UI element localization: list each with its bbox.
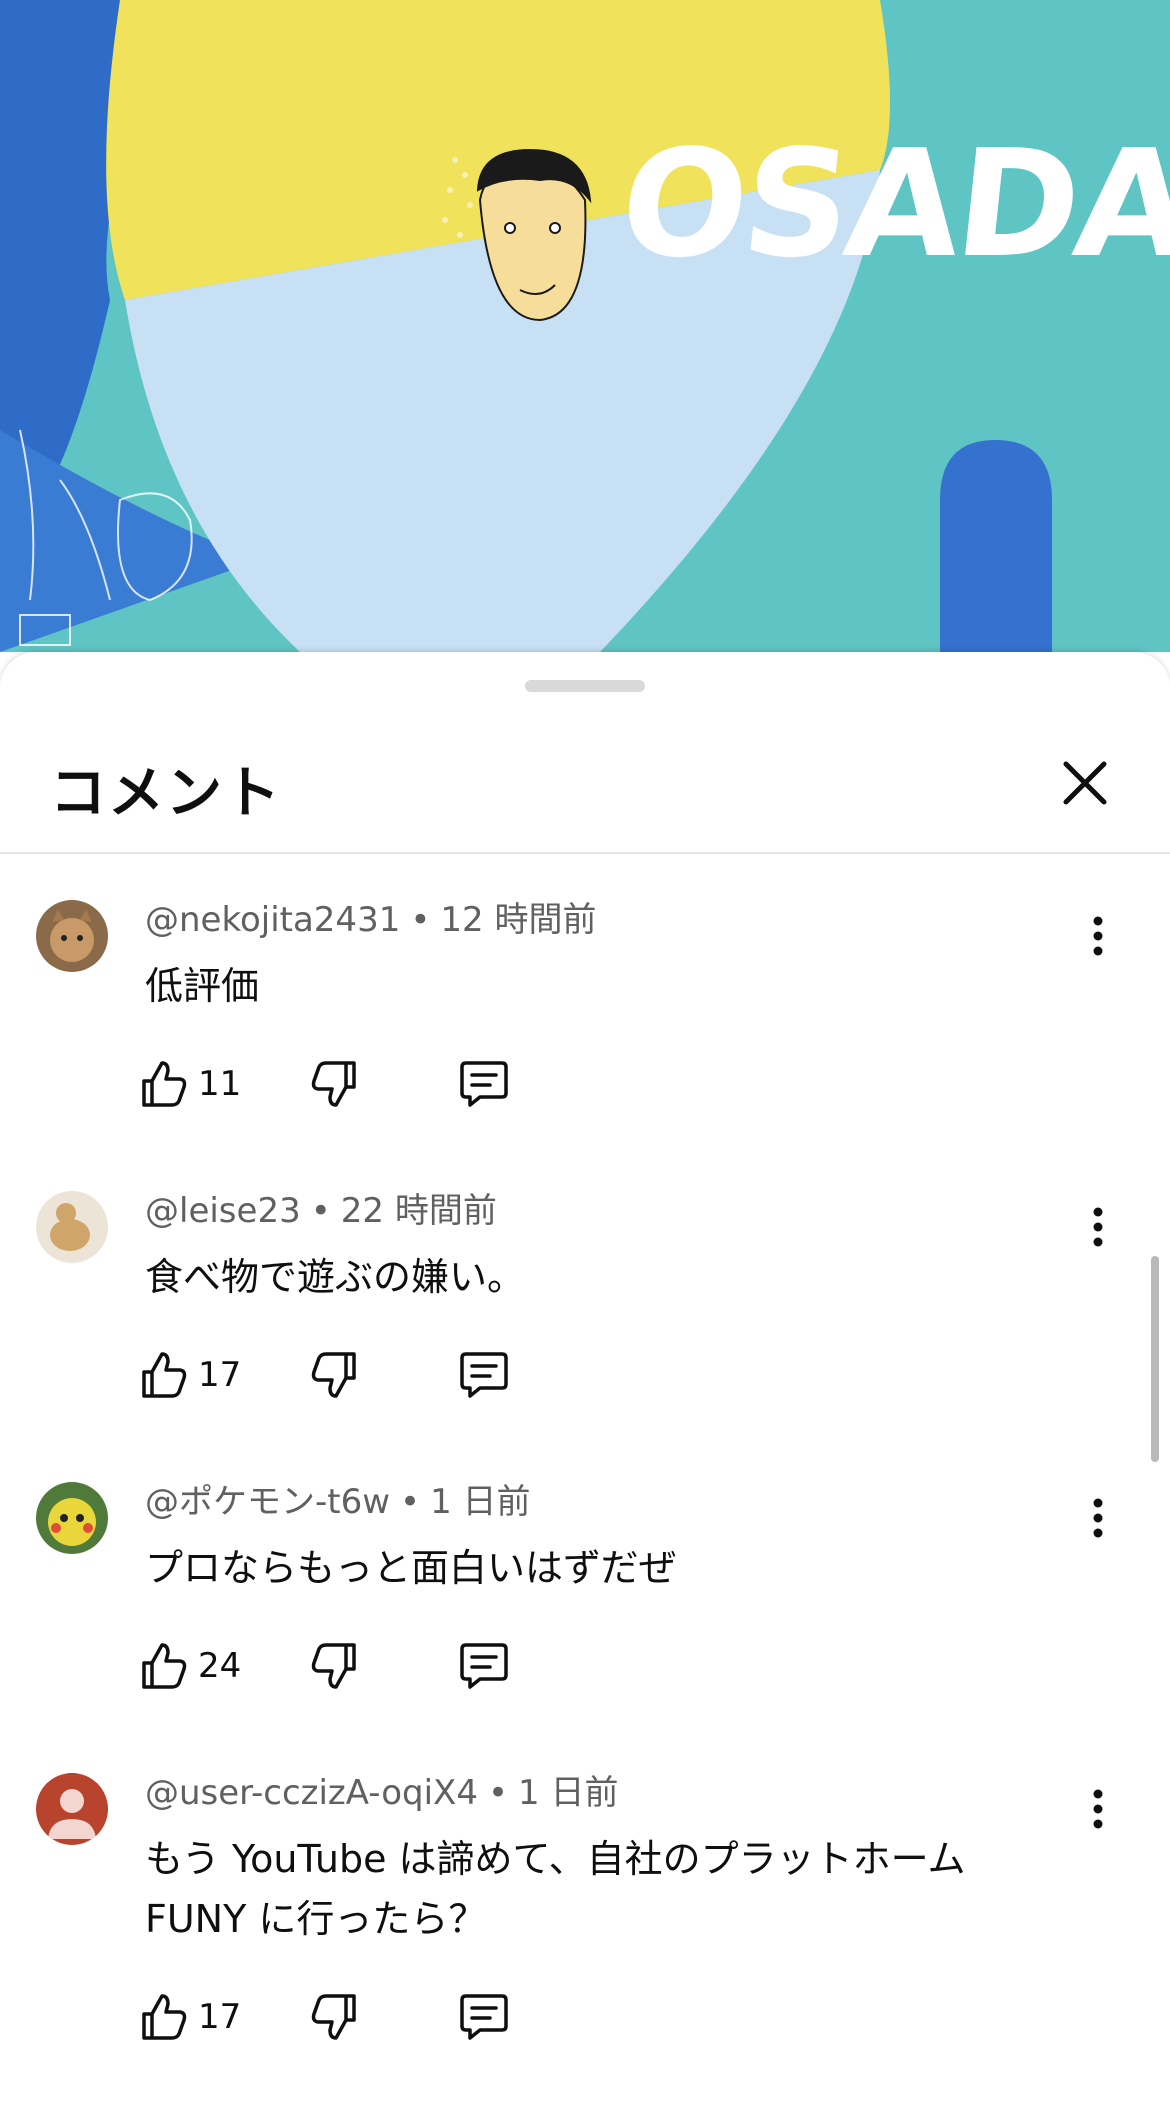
like-button[interactable]: 24 [140, 1636, 241, 1696]
close-icon [1063, 761, 1107, 805]
reply-button[interactable] [458, 1054, 510, 1114]
dislike-button[interactable] [310, 1054, 358, 1114]
comment-item: @user-cczizA-oqiX4 • 1 日前 もう YouTube は諦めて、… [0, 1773, 1170, 2093]
reply-button[interactable] [458, 1987, 510, 2047]
dislike-button[interactable] [310, 1987, 358, 2047]
comment-meta: @user-cczizA-oqiX4 • 1 日前 [145, 1773, 619, 1813]
comment-reply-icon [460, 1643, 508, 1689]
video-thumbnail-art [0, 0, 1170, 652]
thumbs-down-icon [311, 1994, 356, 2040]
comment-text: 低評価 [145, 964, 260, 1008]
like-button[interactable]: 17 [140, 1987, 241, 2047]
comment-menu-button[interactable] [1080, 1197, 1116, 1257]
dislike-button[interactable] [310, 1345, 358, 1405]
sheet-header: コメント [0, 712, 1170, 854]
comment-reply-icon [460, 1061, 508, 1107]
close-button[interactable] [1050, 748, 1120, 818]
more-vertical-icon [1093, 916, 1103, 956]
comment-reply-icon [460, 1352, 508, 1398]
like-count: 17 [198, 1355, 242, 1395]
like-count: 24 [198, 1646, 242, 1686]
comment-meta: @ポケモン-t6w • 1 日前 [145, 1482, 531, 1522]
thumbs-up-icon [142, 1061, 187, 1107]
comment-reply-icon [460, 1994, 508, 2040]
thumbs-up-icon [142, 1352, 187, 1398]
comment-item: @ポケモン-t6w • 1 日前 プロならもっと面白いはずだぜ 24 [0, 1482, 1170, 1732]
reply-button[interactable] [458, 1345, 510, 1405]
avatar[interactable] [36, 1773, 108, 1845]
more-vertical-icon [1093, 1789, 1103, 1829]
like-button[interactable]: 11 [140, 1054, 241, 1114]
video-title-overlay: OSADA [612, 118, 1170, 290]
thumbs-down-icon [311, 1643, 356, 1689]
drag-handle[interactable] [525, 680, 645, 692]
comment-item: @nekojita2431 • 12 時間前 低評価 11 [0, 900, 1170, 1150]
video-player[interactable]: OSADA [0, 0, 1170, 652]
comment-author[interactable]: @ポケモン-t6w [145, 1482, 390, 1522]
thumbs-down-icon [311, 1061, 356, 1107]
avatar[interactable] [36, 1191, 108, 1263]
dislike-button[interactable] [310, 1636, 358, 1696]
comment-time: 22 時間前 [340, 1191, 497, 1231]
comment-actions: 17 [140, 1987, 560, 2047]
comment-menu-button[interactable] [1080, 1488, 1116, 1548]
comment-time: 1 日前 [518, 1773, 619, 1813]
comment-actions: 11 [140, 1054, 560, 1114]
sheet-title: コメント [50, 761, 282, 826]
comments-sheet: コメント @nekojita2431 • 12 時間前 低評価 11 @leis… [0, 652, 1170, 2109]
like-count: 11 [198, 1064, 242, 1104]
comment-item: @leise23 • 22 時間前 食べ物で遊ぶの嫌い。 17 [0, 1191, 1170, 1441]
thumbs-up-icon [142, 1643, 187, 1689]
comment-text: 食べ物で遊ぶの嫌い。 [145, 1255, 526, 1299]
reply-button[interactable] [458, 1636, 510, 1696]
comment-author[interactable]: @nekojita2431 [145, 900, 400, 940]
more-vertical-icon [1093, 1498, 1103, 1538]
avatar[interactable] [36, 900, 108, 972]
comment-actions: 24 [140, 1636, 560, 1696]
like-count: 17 [198, 1997, 242, 2037]
avatar[interactable] [36, 1482, 108, 1554]
comment-actions: 17 [140, 1345, 560, 1405]
comment-meta: @nekojita2431 • 12 時間前 [145, 900, 597, 940]
thumbs-down-icon [311, 1352, 356, 1398]
comment-menu-button[interactable] [1080, 906, 1116, 966]
comment-text: プロならもっと面白いはずだぜ [145, 1546, 677, 1590]
thumbs-up-icon [142, 1994, 187, 2040]
comment-author[interactable]: @user-cczizA-oqiX4 [145, 1773, 478, 1813]
comment-time: 1 日前 [430, 1482, 531, 1522]
more-vertical-icon [1093, 1207, 1103, 1247]
comment-meta: @leise23 • 22 時間前 [145, 1191, 497, 1231]
comment-menu-button[interactable] [1080, 1779, 1116, 1839]
like-button[interactable]: 17 [140, 1345, 241, 1405]
comment-time: 12 時間前 [440, 900, 597, 940]
comment-text: もう YouTube は諦めて、自社のプラットホーム FUNY に行ったら？ [145, 1837, 966, 1941]
comment-author[interactable]: @leise23 [145, 1191, 301, 1231]
